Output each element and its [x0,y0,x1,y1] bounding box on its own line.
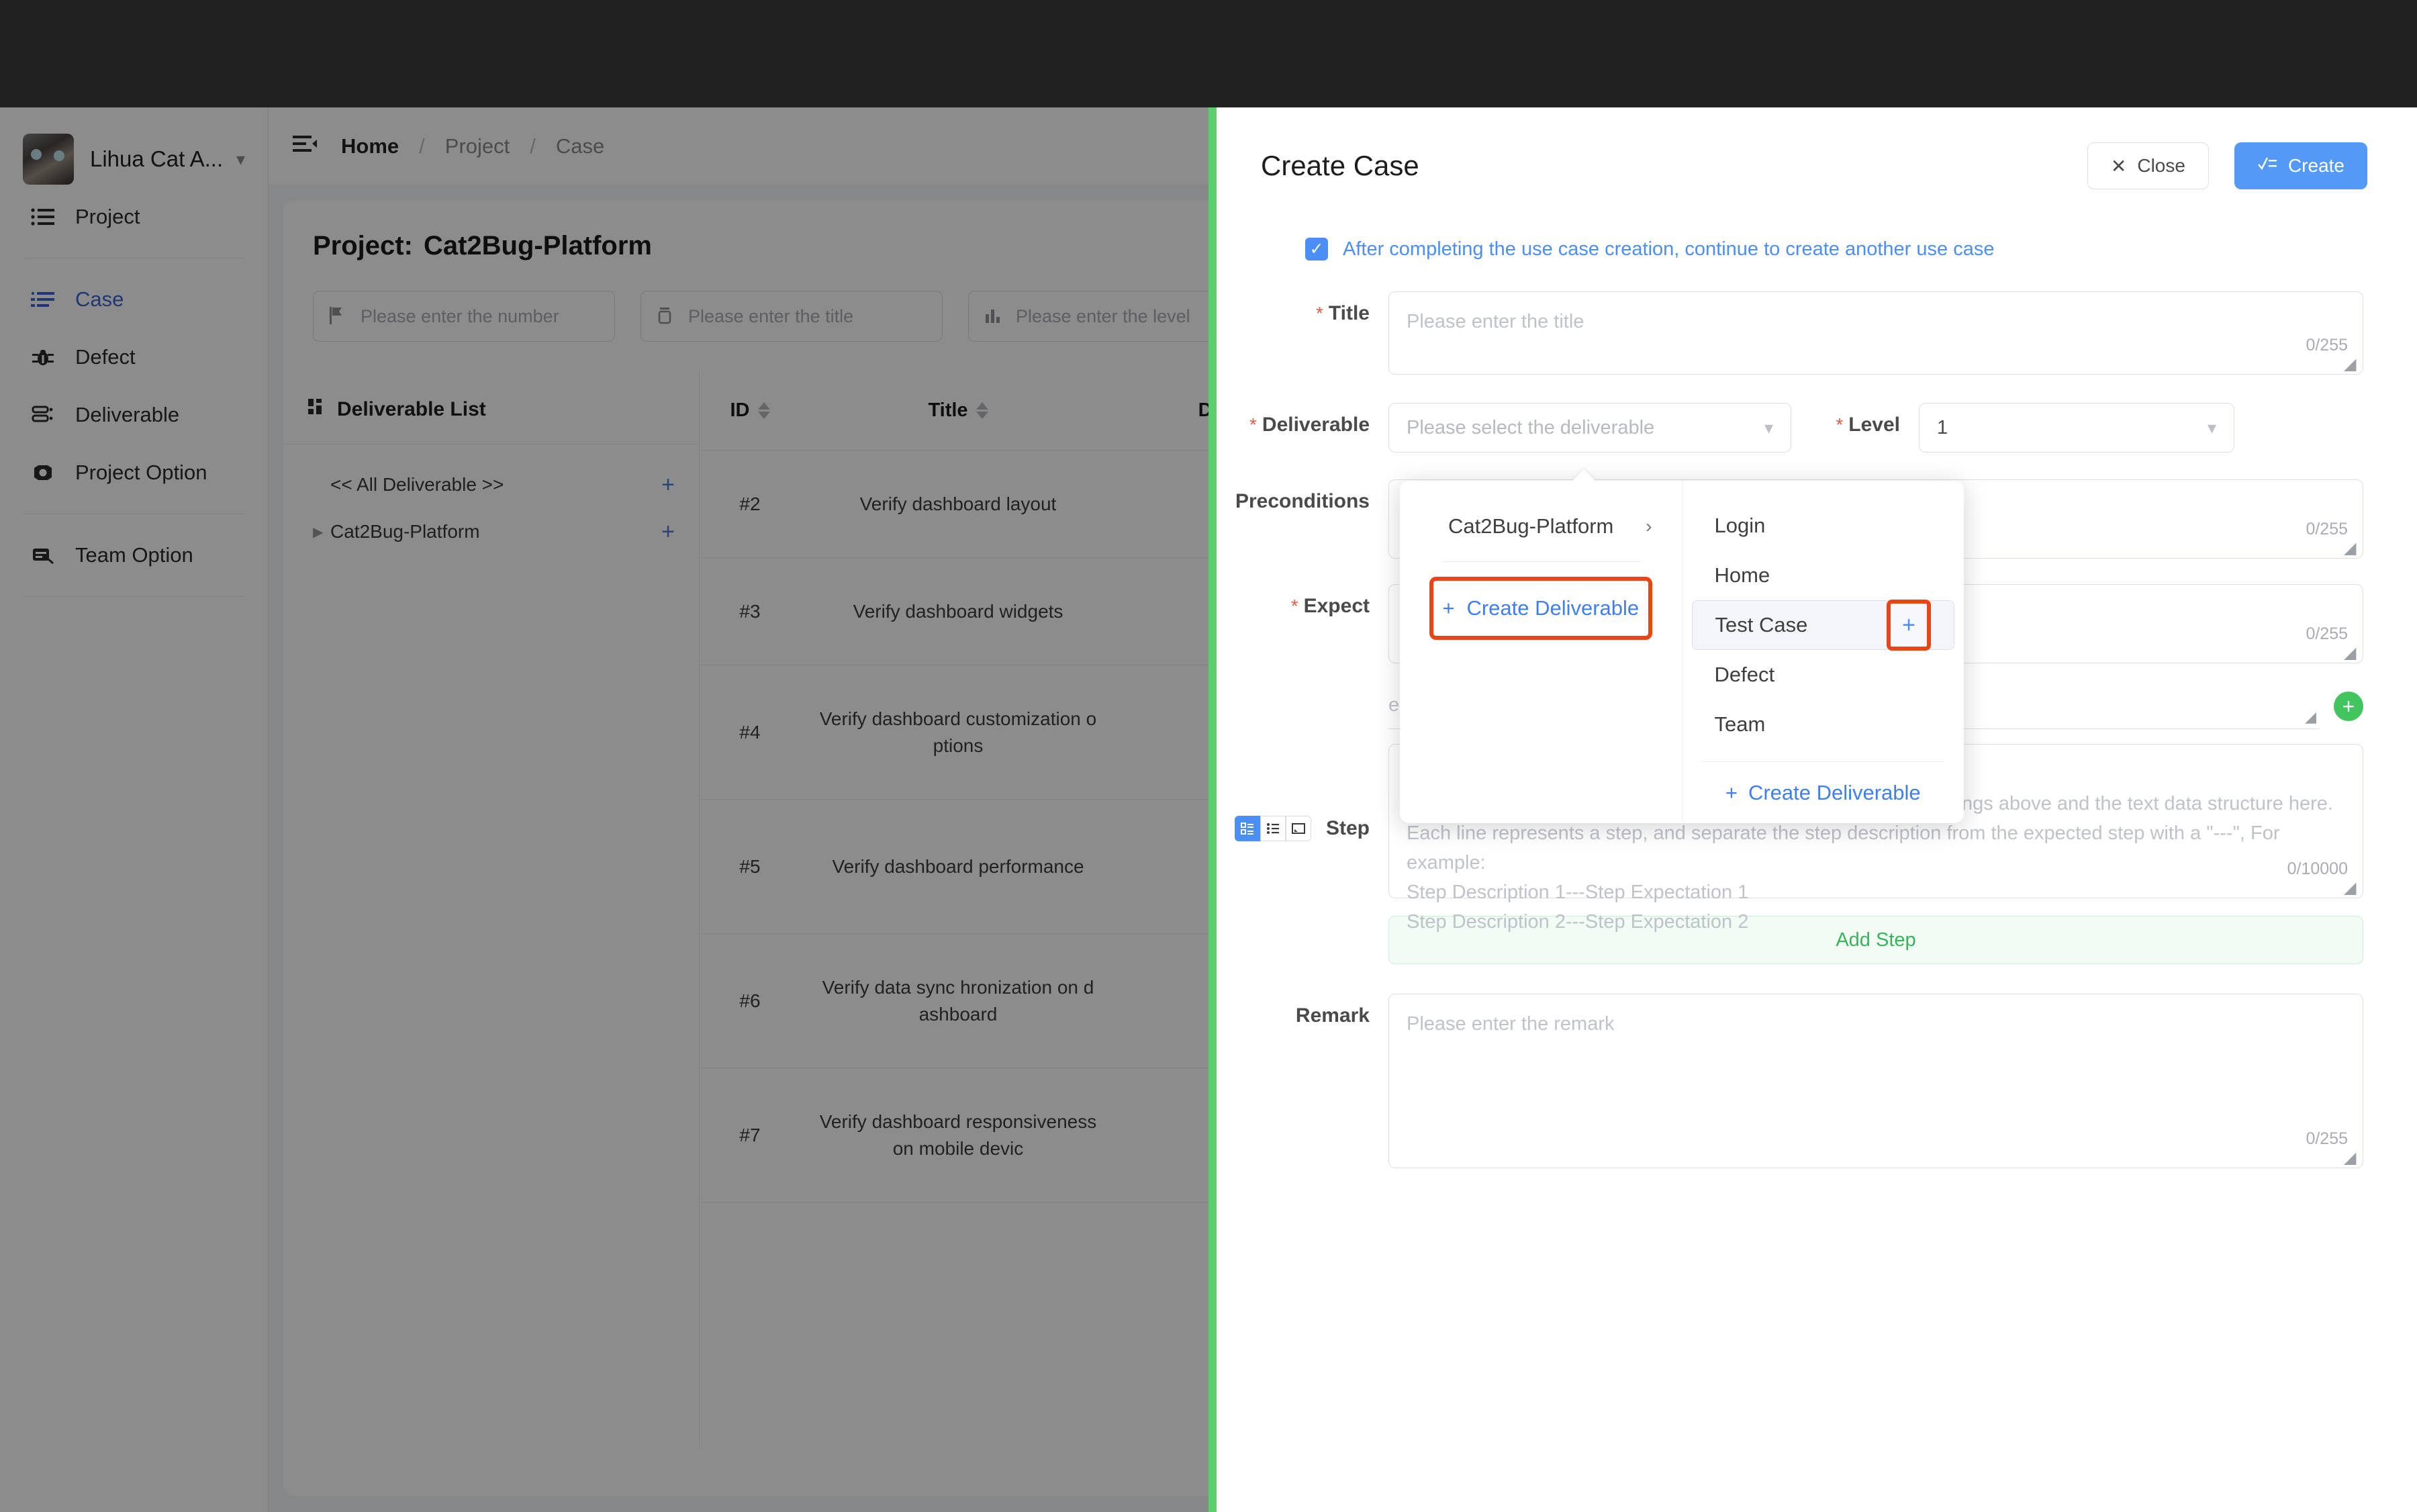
add-step-row-button[interactable]: + [2334,692,2363,721]
plus-icon: + [1725,781,1738,804]
level-select[interactable]: 1 ▾ [1919,403,2234,453]
add-deliverable-icon[interactable]: + [1887,600,1931,651]
deliverable-popup-item[interactable]: Test Case + [1691,600,1954,651]
deliverable-popup-left-column: Cat2Bug-Platform › + Create Deliverable [1400,481,1683,823]
deliverable-dropdown-popup: Cat2Bug-Platform › + Create Deliverable … [1400,481,1964,823]
list-view-icon[interactable] [1260,816,1286,841]
deliverable-popup-parent-label: Cat2Bug-Platform [1448,514,1614,538]
chevron-down-icon: ▾ [1764,417,1773,438]
deliverable-popup-items: Login Home Test Case + Defect Team [1683,501,1964,749]
remark-field-label: Remark [1217,994,1388,1168]
deliverable-popup-item-label: Team [1714,712,1766,736]
deliverable-field-control: Please select the deliverable ▾ [1388,403,1791,453]
step-view-toggle[interactable] [1234,816,1311,841]
chevron-down-icon: ▾ [2207,417,2216,438]
create-deliverable-right-label: Create Deliverable [1748,781,1921,804]
remark-field-control: Please enter the remark 0/255 ◢ [1388,994,2363,1168]
deliverable-select[interactable]: Please select the deliverable ▾ [1388,403,1791,453]
deliverable-popup-item-label: Login [1714,514,1766,537]
continue-creation-checkbox-row[interactable]: ✓ After completing the use case creation… [1217,189,2417,261]
resize-grip-icon[interactable]: ◢ [2344,645,2357,661]
drawer-actions: ✕ Close Create [2087,142,2367,189]
deliverable-popup-item-label: Home [1714,563,1770,587]
step-field-label: Step [1217,688,1388,964]
text-view-icon[interactable] [1285,816,1311,841]
modal-overlay[interactable] [0,107,1208,1512]
create-button[interactable]: Create [2234,142,2367,189]
deliverable-label-text: Deliverable [1262,414,1370,436]
divider [1441,561,1640,562]
expect-label-text: Expect [1303,595,1370,617]
title-input[interactable]: Please enter the title 0/255 ◢ [1388,291,2363,375]
deliverable-field-label: * Deliverable [1217,403,1388,453]
level-select-value: 1 [1937,416,1948,438]
remark-input[interactable]: Please enter the remark 0/255 ◢ [1388,994,2363,1168]
resize-grip-icon[interactable]: ◢ [2344,357,2357,373]
expect-counter: 0/255 [2306,624,2348,643]
field-row-remark: Remark Please enter the remark 0/255 ◢ [1217,994,2417,1168]
expect-field-label: * Expect [1217,584,1388,663]
field-row-title: * Title Please enter the title 0/255 ◢ [1217,291,2417,375]
deliverable-popup-item[interactable]: Defect [1692,650,1955,700]
browser-top-bar [0,0,2417,107]
checkbox-checked-icon[interactable]: ✓ [1305,238,1328,261]
deliverable-popup-item[interactable]: Team [1692,700,1955,749]
plus-icon: + [1442,596,1455,620]
title-label-text: Title [1328,302,1370,324]
deliverable-popup-item-label: Test Case [1715,613,1808,636]
chevron-right-icon: › [1646,516,1652,536]
title-field-label: * Title [1217,291,1388,375]
title-placeholder: Please enter the title [1407,311,1584,332]
grid-view-icon[interactable] [1234,816,1260,841]
resize-grip-icon[interactable]: ◢ [2344,880,2357,896]
add-step-label: Add Step [1836,929,1916,951]
deliverable-popup-item-label: Defect [1714,663,1775,686]
create-deliverable-left-label: Create Deliverable [1466,596,1640,620]
deliverable-popup-parent-row[interactable]: Cat2Bug-Platform › [1400,501,1682,552]
level-label-text: Level [1848,414,1900,436]
step-label-text: Step [1325,817,1370,839]
title-counter: 0/255 [2306,336,2348,355]
create-button-label: Create [2287,155,2344,176]
preconditions-counter: 0/255 [2306,520,2348,538]
field-row-deliverable-level: * Deliverable Please select the delivera… [1217,403,2417,453]
create-deliverable-button-right[interactable]: + Create Deliverable [1683,781,1964,805]
deliverable-popup-item[interactable]: Home [1692,551,1955,600]
close-button[interactable]: ✕ Close [2087,142,2209,189]
resize-grip-icon[interactable]: ◢ [2344,1150,2357,1166]
continue-creation-label: After completing the use case creation, … [1343,238,1995,260]
close-icon: ✕ [2110,155,2127,177]
required-marker: * [1290,596,1298,616]
title-field-control: Please enter the title 0/255 ◢ [1388,291,2363,375]
deliverable-popup-item[interactable]: Login [1692,501,1955,551]
required-marker: * [1249,414,1257,435]
drawer-header: Create Case ✕ Close Create [1217,107,2417,189]
required-marker: * [1315,303,1323,324]
level-field-label: * Level [1791,403,1919,453]
divider [1701,761,1945,762]
preconditions-label-text: Preconditions [1235,490,1370,512]
remark-label-text: Remark [1295,1004,1370,1027]
close-button-label: Close [2137,155,2185,176]
deliverable-popup-right-column: Login Home Test Case + Defect Team + Create D… [1683,481,1964,823]
deliverable-select-placeholder: Please select the deliverable [1407,416,1655,438]
required-marker: * [1836,414,1844,435]
step-counter: 0/10000 [2287,859,2348,878]
resize-grip-icon[interactable]: ◢ [2305,708,2316,726]
remark-counter: 0/255 [2306,1129,2348,1148]
preconditions-field-label: Preconditions [1217,479,1388,559]
remark-placeholder: Please enter the remark [1407,1013,1615,1035]
resize-grip-icon[interactable]: ◢ [2344,540,2357,557]
create-deliverable-button-left[interactable]: + Create Deliverable [1429,577,1652,640]
drawer-title: Create Case [1261,150,1419,181]
level-field-control: 1 ▾ [1919,403,2234,453]
check-list-icon [2257,155,2277,177]
